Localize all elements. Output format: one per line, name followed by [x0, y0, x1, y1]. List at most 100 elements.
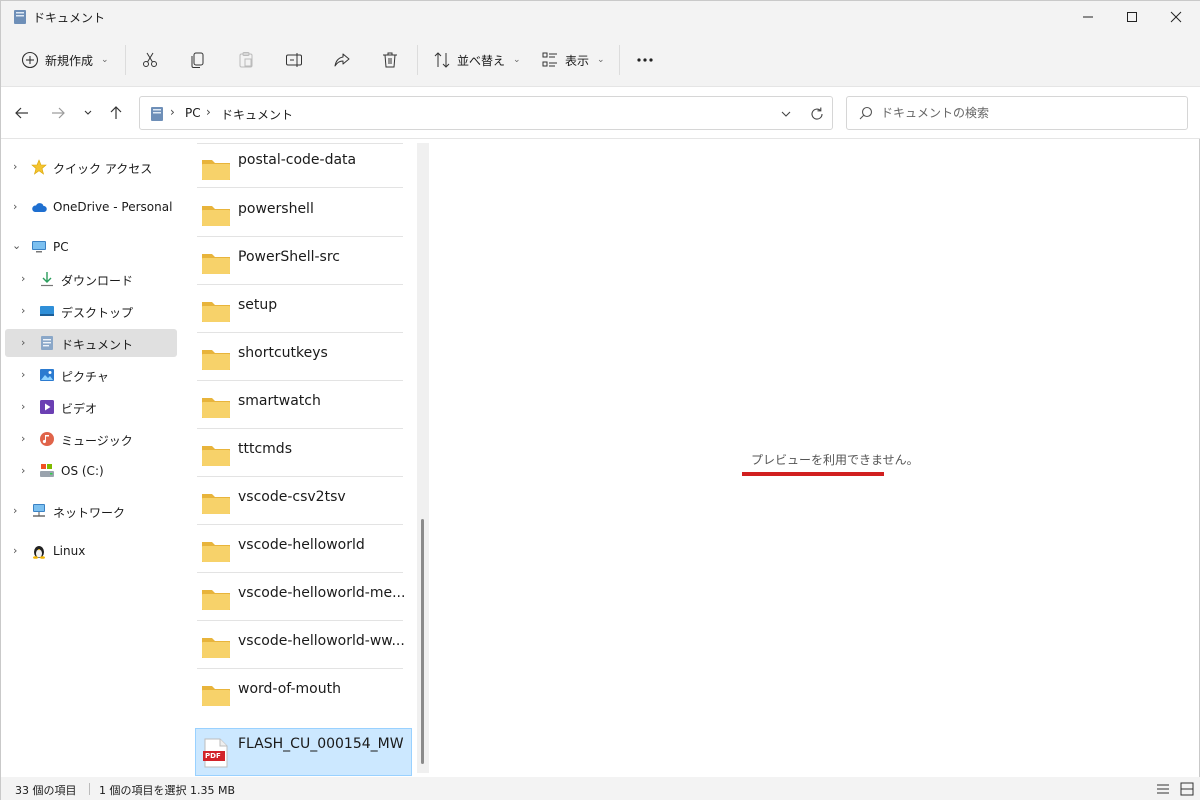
list-item[interactable]: postal-code-data	[197, 143, 403, 188]
file-name: tttcmds	[238, 441, 292, 457]
list-item[interactable]: vscode-helloworld	[197, 525, 403, 573]
arrow-left-icon	[15, 107, 28, 119]
sidebar-item-network[interactable]: › ネットワーク	[1, 497, 179, 525]
paste-button[interactable]	[237, 45, 255, 75]
sidebar-item-linux[interactable]: › Linux	[1, 537, 179, 565]
list-item[interactable]: tttcmds	[197, 429, 403, 477]
highlight-underline	[742, 472, 884, 476]
chevron-right-icon[interactable]: ›	[13, 200, 17, 213]
copy-icon	[191, 52, 204, 68]
chevron-right-icon[interactable]: ›	[21, 304, 25, 317]
list-item[interactable]: PowerShell-src	[197, 237, 403, 285]
list-item[interactable]: word-of-mouth	[197, 669, 403, 717]
sidebar-item-downloads[interactable]: › ダウンロード	[1, 265, 179, 293]
share-button[interactable]	[333, 45, 351, 75]
folder-icon	[202, 160, 230, 180]
sidebar-item-pictures[interactable]: › ピクチャ	[1, 361, 179, 389]
copy-button[interactable]	[189, 45, 207, 75]
tiles-view-icon[interactable]	[1179, 781, 1195, 797]
chevron-right-icon[interactable]: ›	[21, 272, 25, 285]
sidebar-item-label: OS (C:)	[61, 464, 104, 478]
drive-icon	[40, 464, 54, 477]
close-icon	[1170, 11, 1182, 23]
scrollbar[interactable]	[417, 143, 429, 773]
chevron-right-icon[interactable]: ›	[21, 464, 25, 477]
folder-icon	[202, 302, 230, 322]
folder-icon	[202, 542, 230, 562]
file-name: postal-code-data	[238, 152, 357, 168]
refresh-icon[interactable]	[808, 105, 826, 123]
cloud-icon	[32, 203, 47, 212]
sidebar-item-desktop[interactable]: › デスクトップ	[1, 297, 179, 325]
folder-icon	[202, 398, 230, 418]
sidebar-item-label: ミュージック	[61, 434, 133, 448]
list-item[interactable]: setup	[197, 285, 403, 333]
list-item-selected[interactable]: PDF FLASH_CU_000154_MW	[195, 728, 412, 776]
maximize-button[interactable]	[1109, 1, 1155, 33]
arrow-right-icon	[52, 107, 65, 119]
chevron-down-icon[interactable]	[778, 106, 794, 122]
sidebar-item-videos[interactable]: › ビデオ	[1, 393, 179, 421]
sidebar-item-quick-access[interactable]: › クイック アクセス	[1, 153, 179, 181]
list-item[interactable]: shortcutkeys	[197, 333, 403, 381]
preview-pane: プレビューを利用できません。	[431, 139, 1199, 777]
recent-locations-button[interactable]	[77, 101, 99, 125]
search-input[interactable]	[881, 103, 1171, 123]
delete-button[interactable]	[381, 45, 399, 75]
folder-icon	[202, 350, 230, 370]
documents-icon	[41, 336, 53, 350]
back-button[interactable]	[11, 101, 33, 125]
scrollbar-thumb[interactable]	[421, 519, 424, 764]
chevron-down-icon: ⌄	[597, 55, 605, 65]
file-name: setup	[238, 297, 278, 313]
pictures-icon	[40, 369, 54, 381]
close-button[interactable]	[1153, 1, 1199, 33]
folder-icon	[202, 254, 230, 274]
title-bar: ドキュメント	[1, 1, 1200, 33]
view-button[interactable]: 表示 ⌄	[541, 45, 605, 75]
computer-icon	[32, 241, 46, 253]
chevron-down-icon[interactable]: ⌄	[12, 239, 21, 252]
sidebar-item-label: クイック アクセス	[53, 162, 153, 176]
chevron-right-icon[interactable]: ›	[21, 336, 25, 349]
chevron-right-icon[interactable]: ›	[13, 504, 17, 517]
breadcrumb-pc[interactable]: PC	[185, 106, 201, 120]
list-item[interactable]: vscode-helloworld-me...	[197, 573, 405, 621]
chevron-right-icon[interactable]: ›	[13, 544, 17, 557]
list-item[interactable]: vscode-csv2tsv	[197, 477, 403, 525]
list-item[interactable]: powershell	[197, 189, 403, 237]
minimize-button[interactable]	[1065, 1, 1111, 33]
sort-button[interactable]: 並べ替え ⌄	[433, 45, 521, 75]
new-button[interactable]: 新規作成 ⌄	[21, 45, 109, 75]
up-button[interactable]	[105, 101, 127, 125]
download-icon	[41, 272, 53, 287]
minimize-icon	[1083, 16, 1093, 18]
forward-button[interactable]	[47, 101, 69, 125]
toolbar-divider	[125, 45, 126, 75]
chevron-right-icon[interactable]: ›	[21, 400, 25, 413]
sort-icon	[434, 52, 450, 68]
sidebar-item-pc[interactable]: ⌄ PC	[1, 233, 179, 261]
sidebar-item-music[interactable]: › ミュージック	[1, 425, 179, 453]
chevron-down-icon	[84, 110, 92, 115]
more-button[interactable]	[635, 45, 655, 75]
chevron-right-icon[interactable]: ›	[21, 432, 25, 445]
address-bar[interactable]: › PC › ドキュメント	[139, 96, 833, 130]
sidebar-item-label: ダウンロード	[61, 274, 134, 288]
share-icon	[334, 53, 350, 67]
sidebar-item-os-drive[interactable]: › OS (C:)	[1, 457, 179, 485]
chevron-right-icon[interactable]: ›	[13, 160, 17, 173]
file-name: vscode-helloworld-ww...	[238, 633, 405, 649]
sidebar-item-documents[interactable]: › ドキュメント	[5, 329, 177, 357]
cut-button[interactable]	[141, 45, 159, 75]
breadcrumb-documents[interactable]: ドキュメント	[221, 106, 293, 123]
status-bar: 33 個の項目 1 個の項目を選択 1.35 MB	[1, 777, 1200, 800]
rename-button[interactable]	[285, 45, 303, 75]
details-view-icon[interactable]	[1155, 781, 1171, 797]
sidebar-item-onedrive[interactable]: › OneDrive - Personal	[1, 193, 179, 221]
search-box[interactable]	[846, 96, 1188, 130]
list-item[interactable]: smartwatch	[197, 381, 403, 429]
sidebar-item-label: デスクトップ	[61, 306, 134, 320]
chevron-right-icon[interactable]: ›	[21, 368, 25, 381]
list-item[interactable]: vscode-helloworld-ww...	[197, 621, 405, 669]
